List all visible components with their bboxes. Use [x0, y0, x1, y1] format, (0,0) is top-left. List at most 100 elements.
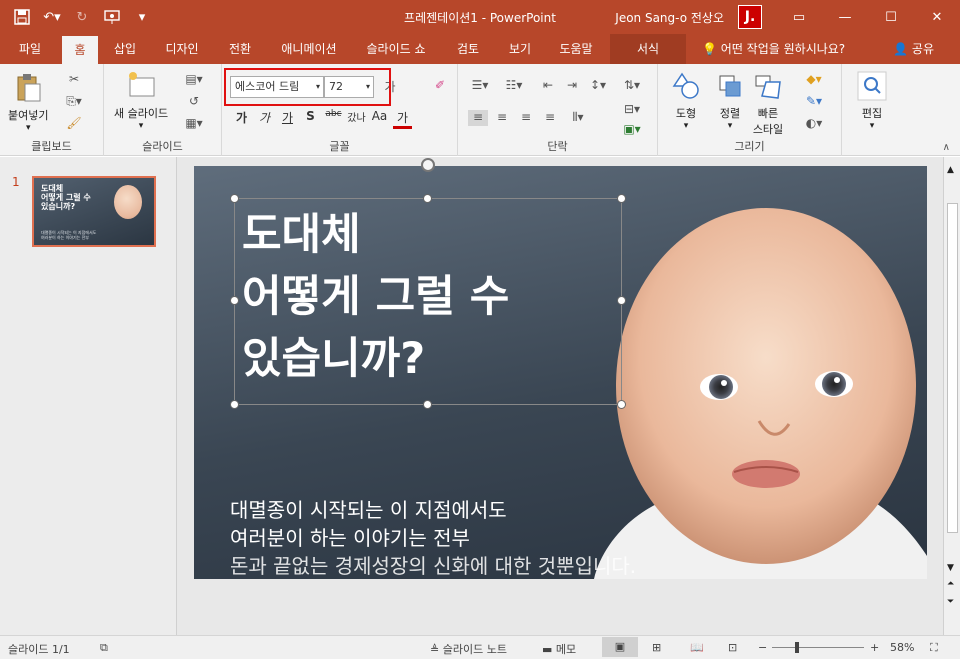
resize-handle-sw[interactable]: [230, 400, 239, 409]
scrollbar-thumb[interactable]: [947, 203, 958, 533]
vertical-scrollbar[interactable]: ▲ ▼ ⏶ ⏷: [943, 157, 960, 635]
shape-effects-icon[interactable]: ◐▾: [804, 116, 824, 132]
body-line: 돈과 끝없는 경제성장의 신화에 대한 것뿐입니다.: [230, 554, 637, 578]
resize-handle-se[interactable]: [617, 400, 626, 409]
body-line: 대멸종이 시작되는 이 지점에서도: [230, 498, 507, 522]
tab-review[interactable]: 검토: [446, 34, 490, 64]
ribbon-display-options-icon[interactable]: ▭: [776, 0, 822, 34]
reset-icon[interactable]: ↺: [184, 94, 204, 110]
section-icon[interactable]: ▦▾: [184, 116, 204, 132]
align-right-icon[interactable]: ≡: [516, 110, 536, 126]
tab-insert[interactable]: 삽입: [106, 34, 144, 64]
rotate-handle[interactable]: [421, 158, 435, 172]
tab-help[interactable]: 도움말: [550, 34, 602, 64]
zoom-slider-thumb[interactable]: [795, 642, 799, 653]
new-slide-button[interactable]: 새 슬라이드 ▾: [114, 70, 168, 131]
numbering-icon[interactable]: ☷▾: [504, 78, 524, 94]
comments-button[interactable]: ▬ 메모: [542, 641, 576, 657]
tab-design[interactable]: 디자인: [158, 34, 206, 64]
align-text-icon[interactable]: ⊟▾: [622, 102, 642, 118]
resize-handle-e[interactable]: [617, 296, 626, 305]
reading-view-icon[interactable]: 📖: [690, 641, 704, 654]
layout-icon[interactable]: ▤▾: [184, 72, 204, 88]
decrease-indent-icon[interactable]: ⇤: [538, 78, 558, 94]
group-slides: 새 슬라이드 ▾ ▤▾ ↺ ▦▾ 슬라이드: [104, 64, 222, 156]
arrange-icon: [719, 75, 741, 97]
cut-icon[interactable]: ✂: [64, 72, 84, 88]
tab-slideshow[interactable]: 슬라이드 쇼: [356, 34, 436, 64]
resize-handle-s[interactable]: [423, 400, 432, 409]
format-painter-icon[interactable]: 🖌: [64, 116, 84, 132]
smartart-icon[interactable]: ▣▾: [622, 122, 642, 138]
align-center-icon[interactable]: ≡: [492, 110, 512, 126]
previous-slide-icon[interactable]: ⏶: [947, 579, 954, 589]
italic-button[interactable]: 가: [255, 109, 274, 129]
fit-to-window-icon[interactable]: ⛶: [930, 641, 938, 655]
notes-icon: ≜: [430, 643, 440, 656]
underline-button[interactable]: 가: [278, 109, 297, 129]
tab-animations[interactable]: 애니메이션: [272, 34, 346, 64]
quick-styles-button[interactable]: 빠른 스타일: [752, 70, 784, 137]
font-color-button[interactable]: 가: [393, 109, 412, 129]
line-spacing-icon[interactable]: ↕▾: [588, 78, 608, 94]
resize-handle-nw[interactable]: [230, 194, 239, 203]
strikethrough-button[interactable]: abc: [324, 109, 343, 129]
resize-handle-w[interactable]: [230, 296, 239, 305]
tab-file[interactable]: 파일: [6, 34, 54, 64]
tab-format[interactable]: 서식: [610, 34, 686, 64]
slides-group-label: 슬라이드: [142, 140, 183, 153]
collapse-ribbon-icon[interactable]: ∧: [943, 142, 950, 153]
slide-thumbnail[interactable]: 도대체 어떻게 그럴 수 있습니까? 대멸종이 시작되는 이 지점에서도 여러분…: [32, 176, 156, 247]
shapes-button[interactable]: 도형 ▾: [670, 70, 702, 131]
paste-button[interactable]: 붙여넣기 ▾: [8, 72, 48, 133]
maximize-icon[interactable]: ☐: [868, 0, 914, 34]
shape-outline-icon[interactable]: ✎▾: [804, 94, 824, 110]
arrange-label: 정렬: [719, 107, 741, 120]
arrange-button[interactable]: 정렬 ▾: [714, 70, 746, 131]
copy-icon[interactable]: ⎘▾: [64, 94, 84, 110]
minimize-icon[interactable]: —: [822, 0, 868, 34]
char-spacing-button[interactable]: 갔나: [347, 109, 366, 129]
find-icon: [857, 71, 887, 101]
slide-sorter-icon[interactable]: ⊞: [652, 641, 661, 654]
slide-body-text[interactable]: 대멸종이 시작되는 이 지점에서도 여러분이 하는 이야기는 전부 돈과 끝없는…: [230, 496, 636, 580]
columns-icon[interactable]: ⫴▾: [568, 110, 588, 126]
tab-view[interactable]: 보기: [498, 34, 542, 64]
share-button[interactable]: 👤 공유: [893, 34, 934, 64]
next-slide-icon[interactable]: ⏷: [947, 597, 954, 607]
bold-button[interactable]: 가: [232, 109, 251, 129]
zoom-out-icon[interactable]: −: [758, 641, 767, 654]
normal-view-icon[interactable]: ▣: [602, 637, 638, 657]
change-case-button[interactable]: Aa: [370, 109, 389, 129]
text-direction-icon[interactable]: ⇅▾: [622, 78, 642, 94]
justify-icon[interactable]: ≡: [540, 110, 560, 126]
shadow-button[interactable]: S: [301, 109, 320, 129]
align-left-icon[interactable]: ≡: [468, 110, 488, 126]
notes-button[interactable]: ≜ 슬라이드 노트: [430, 641, 507, 657]
shape-fill-icon[interactable]: ◆▾: [804, 72, 824, 88]
avatar[interactable]: J.: [738, 5, 762, 29]
scroll-down-icon[interactable]: ▼: [947, 563, 954, 573]
close-icon[interactable]: ✕: [914, 0, 960, 34]
tell-me-search[interactable]: 💡 어떤 작업을 원하시나요?: [702, 34, 845, 64]
tab-transitions[interactable]: 전환: [218, 34, 262, 64]
increase-indent-icon[interactable]: ⇥: [562, 78, 582, 94]
thumbnail-photo: [114, 185, 142, 219]
bullets-icon[interactable]: ☰▾: [470, 78, 490, 94]
highlight-box: [224, 68, 391, 106]
resize-handle-ne[interactable]: [617, 194, 626, 203]
tab-home[interactable]: 홈: [62, 36, 98, 64]
editing-button[interactable]: 편집 ▾: [856, 70, 888, 131]
selection-frame: [234, 198, 622, 405]
slideshow-view-icon[interactable]: ⊡: [728, 641, 737, 654]
user-name[interactable]: Jeon Sang-o 전상오: [615, 9, 724, 26]
new-slide-icon: [129, 72, 155, 97]
zoom-in-icon[interactable]: +: [870, 641, 879, 654]
resize-handle-n[interactable]: [423, 194, 432, 203]
scroll-up-icon[interactable]: ▲: [947, 165, 954, 175]
accessibility-icon[interactable]: ⧉: [100, 641, 108, 655]
lightbulb-icon: 💡: [702, 42, 717, 56]
clear-formatting-icon[interactable]: ✐: [430, 78, 450, 94]
zoom-slider[interactable]: [772, 647, 864, 648]
zoom-level[interactable]: 58%: [890, 641, 914, 654]
